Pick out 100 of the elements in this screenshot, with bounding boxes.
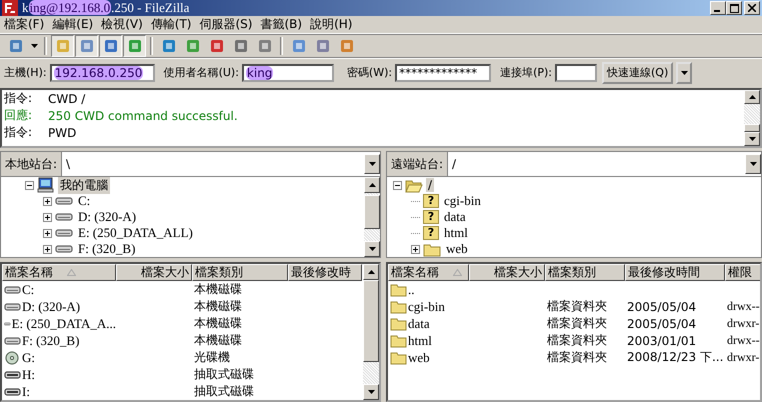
removable-drive-icon — [4, 370, 21, 380]
file-name[interactable]: H: — [22, 366, 35, 382]
drive-icon — [55, 244, 73, 254]
computer-icon — [37, 177, 55, 193]
menu-item[interactable]: 檔案(F) — [2, 16, 50, 34]
folder-icon — [423, 242, 441, 256]
maximize-button[interactable] — [726, 1, 742, 16]
column-label: 檔案類別 — [548, 265, 596, 280]
username-label: 使用者名稱(U): — [164, 65, 239, 80]
column-header[interactable]: 檔案名稱 — [388, 264, 469, 281]
removable-drive-icon — [4, 386, 21, 396]
file-type: 抽取式磁碟 — [194, 366, 254, 383]
folder-badge: ? — [423, 210, 439, 224]
column-label: 檔案大小 — [141, 265, 189, 280]
column-header[interactable]: 檔案大小 — [116, 264, 192, 281]
drive-icon — [4, 302, 21, 312]
file-type: 抽取式磁碟 — [194, 383, 254, 400]
scroll-down-icon[interactable] — [363, 384, 379, 400]
log-label: 回應: — [4, 107, 34, 124]
file-name[interactable]: G: — [22, 350, 35, 366]
modified-date: 2005/05/04 — [627, 300, 696, 314]
expander-icon[interactable] — [393, 180, 402, 190]
scrollbar[interactable] — [363, 264, 379, 400]
port-label: 連接埠(P): — [500, 65, 552, 80]
column-header[interactable]: 權限 — [725, 264, 760, 281]
file-name[interactable]: data — [408, 316, 430, 332]
tree-item[interactable]: web — [444, 241, 470, 257]
menu-item[interactable]: 伺服器(S) — [198, 16, 258, 34]
scroll-down-icon[interactable] — [744, 132, 760, 146]
quickconnect-button[interactable]: 快速連線(Q) — [602, 62, 674, 84]
scroll-down-icon[interactable] — [364, 241, 380, 257]
password-label: 密碼(W): — [346, 65, 392, 80]
column-label: 檔案名稱 — [5, 265, 53, 280]
tree-item[interactable]: html — [442, 225, 470, 241]
close-icon — [748, 4, 756, 12]
tree-item[interactable]: E: (250_DATA_ALL) — [76, 225, 195, 241]
file-name[interactable]: .. — [408, 282, 414, 298]
file-type: 本機磁碟 — [194, 281, 242, 298]
port-field[interactable] — [555, 64, 598, 82]
expander-icon[interactable] — [43, 212, 52, 222]
permissions: drwx-- — [727, 299, 760, 314]
file-type: 本機磁碟 — [194, 298, 242, 315]
file-name[interactable]: C: — [22, 282, 34, 298]
menu-item[interactable]: 書籤(B) — [258, 16, 308, 34]
scroll-thumb[interactable] — [363, 280, 379, 362]
column-header[interactable]: 檔案大小 — [469, 264, 545, 281]
username-field[interactable]: king — [242, 64, 334, 82]
expander-icon[interactable] — [43, 196, 52, 206]
column-header[interactable]: 最後修改時 — [288, 264, 362, 281]
file-type: 檔案資料夾 — [547, 315, 607, 332]
menu-item[interactable]: 說明(H) — [308, 16, 358, 34]
host-label: 主機(H): — [4, 65, 47, 80]
tree-item[interactable]: data — [442, 209, 468, 225]
file-name[interactable]: D: (320-A) — [22, 298, 80, 314]
menu-item[interactable]: 檢視(V) — [99, 16, 149, 34]
file-name[interactable]: F: (320_B) — [22, 332, 80, 348]
minimize-button[interactable] — [710, 1, 726, 16]
permissions: drwx-- — [727, 333, 760, 348]
file-name[interactable]: web — [408, 350, 430, 366]
expander-icon[interactable] — [43, 244, 52, 254]
permissions: drwxr- — [727, 350, 760, 365]
expander-icon[interactable] — [411, 244, 420, 254]
tree-item[interactable]: cgi-bin — [442, 193, 483, 209]
menu-item[interactable]: 傳輸(T) — [148, 16, 198, 34]
scroll-thumb[interactable] — [744, 124, 760, 132]
scroll-up-icon[interactable] — [363, 264, 379, 280]
close-button[interactable] — [744, 1, 760, 16]
scroll-up-icon[interactable] — [364, 177, 380, 193]
expander-icon[interactable] — [43, 228, 52, 238]
disc-drive-icon — [4, 350, 21, 364]
column-header[interactable]: 檔案類別 — [192, 264, 288, 281]
expander-icon[interactable] — [25, 180, 34, 190]
file-name[interactable]: I: — [22, 384, 30, 400]
scroll-up-icon[interactable] — [744, 90, 760, 104]
tree-item[interactable]: 我的電腦 — [58, 176, 110, 194]
tree-item[interactable]: C: — [76, 193, 92, 209]
scrollbar[interactable] — [744, 90, 760, 146]
tree-item[interactable]: D: (320-A) — [76, 209, 138, 225]
scroll-thumb[interactable] — [364, 195, 380, 229]
drive-icon — [4, 336, 21, 346]
tree-item[interactable]: F: (320_B) — [76, 241, 138, 257]
host-field[interactable]: 192.168.0.250 — [50, 64, 155, 82]
folder-icon — [390, 316, 407, 330]
file-type: 光碟機 — [194, 349, 230, 366]
menu-item[interactable]: 編輯(E) — [50, 16, 100, 34]
tree-item[interactable]: / — [426, 178, 434, 192]
column-label: 檔案類別 — [195, 265, 243, 280]
file-name[interactable]: html — [408, 332, 432, 348]
app-logo-icon — [2, 0, 18, 16]
column-header[interactable]: 檔案名稱 — [2, 264, 116, 281]
file-name[interactable]: E: (250_DATA_A... — [12, 316, 116, 332]
log-message: 250 CWD command successful. — [48, 108, 238, 122]
drive-icon — [4, 284, 21, 294]
maximize-icon — [730, 4, 738, 13]
scrollbar[interactable] — [364, 177, 380, 257]
column-header[interactable]: 最後修改時間 — [625, 264, 725, 281]
password-field[interactable]: ************* — [395, 64, 492, 82]
file-name[interactable]: cgi-bin — [408, 298, 445, 314]
caret-icon[interactable] — [676, 62, 692, 84]
column-header[interactable]: 檔案類別 — [545, 264, 625, 281]
